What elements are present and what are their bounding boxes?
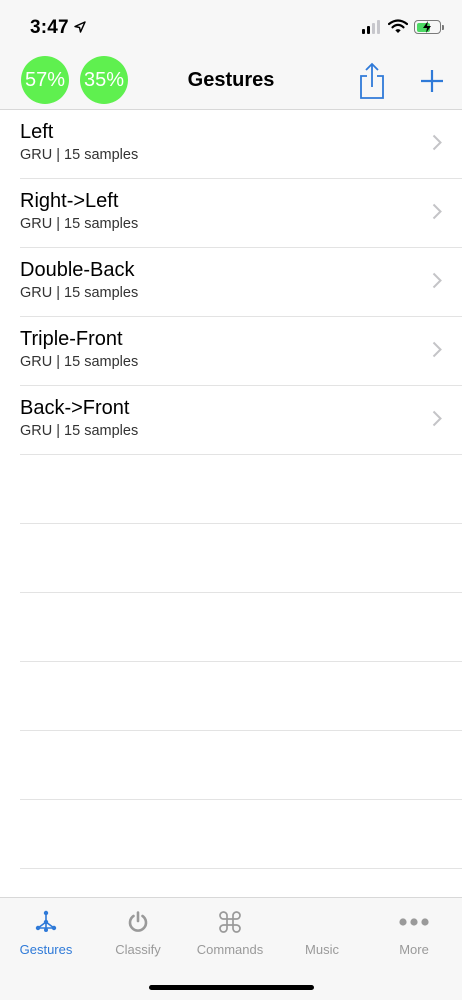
gesture-row[interactable]: Back->Front GRU | 15 samples: [20, 386, 462, 455]
chevron-right-icon: [432, 203, 442, 220]
gesture-name: Back->Front: [20, 397, 130, 419]
gesture-row[interactable]: Right->Left GRU | 15 samples: [20, 179, 462, 248]
gesture-row[interactable]: Double-Back GRU | 15 samples: [20, 248, 462, 317]
gesture-subtitle: GRU | 15 samples: [20, 285, 139, 301]
home-indicator: [149, 985, 314, 990]
gesture-row[interactable]: Left GRU | 15 samples: [20, 110, 462, 179]
wifi-icon: [388, 19, 408, 33]
chevron-right-icon: [432, 341, 442, 358]
status-time: 3:47: [30, 17, 69, 38]
cellular-signal-icon: [362, 20, 380, 34]
gesture-network-icon: [35, 910, 57, 932]
share-icon[interactable]: [358, 62, 386, 100]
empty-row: [20, 455, 462, 524]
navigation-bar: 57% 35% Gestures: [0, 56, 462, 110]
tab-label: Gestures: [19, 942, 73, 957]
tab-more[interactable]: More: [368, 898, 460, 968]
gesture-subtitle: GRU | 15 samples: [20, 354, 139, 370]
gesture-name: Triple-Front: [20, 328, 123, 350]
gesture-subtitle: GRU | 15 samples: [20, 147, 139, 163]
gesture-name: Double-Back: [20, 259, 135, 281]
empty-row: [20, 593, 462, 662]
location-arrow-icon: [74, 21, 86, 33]
command-icon: [219, 911, 241, 933]
empty-row: [20, 662, 462, 731]
chevron-right-icon: [432, 410, 442, 427]
chevron-right-icon: [432, 272, 442, 289]
page-title: Gestures: [187, 69, 275, 91]
gesture-name: Left: [20, 121, 54, 143]
chevron-right-icon: [432, 134, 442, 151]
tab-gestures[interactable]: Gestures: [0, 898, 92, 968]
more-dots-icon: [399, 918, 429, 926]
tab-label: Commands: [196, 942, 264, 957]
add-icon[interactable]: [419, 68, 445, 94]
tab-classify[interactable]: Classify: [92, 898, 184, 968]
tab-label: Classify: [115, 942, 161, 957]
gesture-row[interactable]: Triple-Front GRU | 15 samples: [20, 317, 462, 386]
gesture-name: Right->Left: [20, 190, 119, 212]
tab-label: Music: [305, 942, 339, 957]
charging-bolt-icon: [423, 21, 431, 33]
gesture-subtitle: GRU | 15 samples: [20, 423, 139, 439]
tab-commands[interactable]: Commands: [184, 898, 276, 968]
gesture-subtitle: GRU | 15 samples: [20, 216, 139, 232]
empty-row: [20, 731, 462, 800]
tab-music[interactable]: Music: [276, 898, 368, 968]
power-icon: [128, 911, 148, 932]
empty-row: [20, 800, 462, 869]
status-bar: 3:47: [0, 0, 462, 56]
tab-label: More: [399, 942, 429, 957]
gesture-list: Left GRU | 15 samples Right->Left GRU | …: [0, 110, 462, 869]
empty-row: [20, 524, 462, 593]
battery-cap: [442, 25, 444, 30]
